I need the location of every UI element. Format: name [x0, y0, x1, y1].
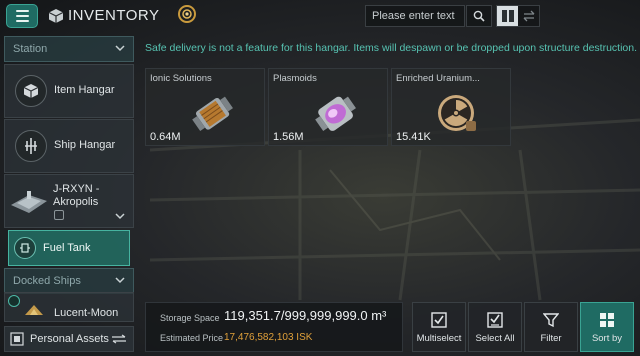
personal-assets-label: Personal Assets — [30, 333, 109, 345]
storage-space-value: 119,351.7/999,999,999.0 m³ — [224, 308, 387, 323]
ship-icon — [25, 305, 43, 315]
select-all-button[interactable]: Select All — [468, 302, 522, 352]
item-name: Plasmoids — [273, 73, 317, 84]
item-quantity: 15.41K — [396, 131, 431, 143]
hangar-notice: Safe delivery is not a feature for this … — [145, 42, 638, 54]
multiselect-label: Multiselect — [416, 333, 462, 344]
item-quantity: 1.56M — [273, 131, 304, 143]
sidebar-item-ship-hangar[interactable]: Ship Hangar — [4, 119, 134, 173]
structure-name-line1: J-RXYN - — [53, 183, 100, 195]
item-card-ionic-solutions[interactable]: Ionic Solutions 0.64M — [145, 68, 265, 146]
lock-icon — [54, 210, 64, 220]
station-header-label: Station — [13, 43, 48, 55]
ship-hangar-icon — [15, 130, 47, 162]
fuel-tank-icon — [14, 237, 36, 259]
checkbox-icon — [431, 312, 447, 328]
sidebar: Station Item Hangar Ship Hangar J-RXYN - — [0, 34, 136, 356]
grid-view-toggle[interactable] — [497, 6, 518, 26]
top-bar: INVENTORY Please enter text — [0, 0, 640, 32]
multiselect-button[interactable]: Multiselect — [412, 302, 466, 352]
filter-label: Filter — [540, 333, 562, 344]
plasmoids-canister-icon — [315, 96, 356, 132]
search-button[interactable] — [466, 5, 492, 27]
sidebar-item-lucent-moon[interactable]: Lucent-Moon — [4, 292, 134, 322]
sort-by-label: Sort by — [591, 333, 623, 344]
item-name: Ionic Solutions — [150, 73, 212, 84]
docked-ships-header-label: Docked Ships — [13, 275, 81, 287]
search-input[interactable]: Please enter text — [365, 5, 465, 27]
sidebar-item-structure[interactable]: J-RXYN - Akropolis — [4, 174, 134, 228]
select-all-icon — [487, 312, 503, 328]
storage-space-label: Storage Space — [160, 313, 220, 323]
item-name: Enriched Uranium... — [396, 73, 480, 84]
station-section-header[interactable]: Station — [4, 36, 134, 62]
activity-ring-icon[interactable] — [177, 4, 197, 24]
view-toggle[interactable] — [496, 5, 540, 27]
chevron-down-icon — [115, 277, 125, 284]
search-icon — [473, 10, 485, 22]
list-view-toggle[interactable] — [518, 6, 539, 26]
grid-view-icon — [501, 10, 514, 22]
ionic-solutions-canister-icon — [192, 96, 233, 132]
chevron-down-icon[interactable] — [115, 213, 125, 220]
sidebar-item-label: Ship Hangar — [54, 139, 116, 151]
personal-assets-icon — [10, 332, 24, 346]
sort-grid-icon — [600, 313, 614, 327]
item-quantity: 0.64M — [150, 131, 181, 143]
item-hangar-icon — [15, 75, 47, 107]
structure-icon — [11, 191, 47, 213]
chevron-down-icon — [115, 45, 125, 52]
page-title: INVENTORY — [68, 7, 160, 24]
active-ship-badge-icon — [8, 295, 20, 307]
docked-ship-name: Lucent-Moon — [54, 307, 119, 319]
sort-by-button[interactable]: Sort by — [580, 302, 634, 352]
sidebar-item-item-hangar[interactable]: Item Hangar — [4, 64, 134, 118]
filter-icon — [543, 313, 559, 328]
sidebar-item-label: Fuel Tank — [43, 242, 91, 254]
sidebar-item-fuel-tank[interactable]: Fuel Tank — [8, 230, 130, 266]
structure-name-line2: Akropolis — [53, 196, 99, 208]
swap-icon — [112, 334, 126, 344]
estimated-price-label: Estimated Price — [160, 333, 224, 343]
item-card-plasmoids[interactable]: Plasmoids 1.56M — [268, 68, 388, 146]
personal-assets-button[interactable]: Personal Assets — [4, 326, 134, 352]
sidebar-item-label: Item Hangar — [54, 84, 115, 96]
storage-summary: Storage Space 119,351.7/999,999,999.0 m³… — [145, 302, 403, 352]
radiation-icon — [438, 95, 476, 131]
item-card-enriched-uranium[interactable]: Enriched Uranium... 15.41K — [391, 68, 511, 146]
select-all-label: Select All — [475, 333, 515, 344]
estimated-price-value: 17,476,582,103 ISK — [224, 332, 313, 343]
swap-arrows-icon — [523, 10, 534, 22]
docked-ships-section-header[interactable]: Docked Ships — [4, 268, 134, 294]
menu-button[interactable] — [6, 4, 38, 28]
filter-button[interactable]: Filter — [524, 302, 578, 352]
inventory-cube-icon — [48, 9, 64, 23]
hamburger-icon — [15, 10, 29, 12]
